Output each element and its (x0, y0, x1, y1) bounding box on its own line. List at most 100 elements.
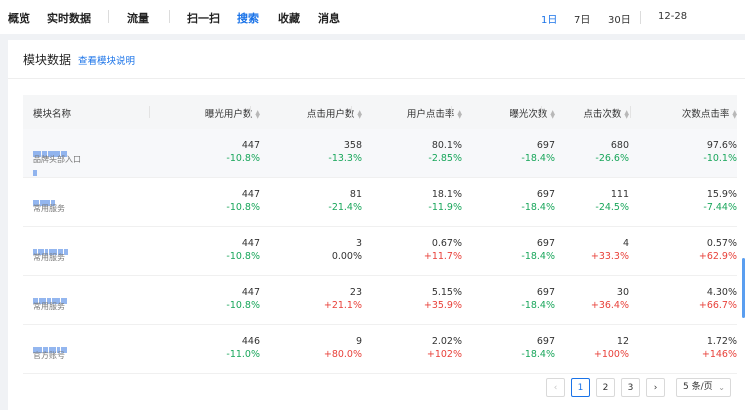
table-body: 品牌头部入口 447 -10.8% 358 -13.3% 80.1% -2.85% 697 -1… (23, 129, 737, 374)
metric-change: -18.4% (521, 202, 555, 213)
cell-user-ctr: 5.15% +35.9% (424, 276, 462, 312)
cell-user-ctr: 2.02% +102% (427, 325, 462, 361)
cell-exposure-count: 697 -18.4% (521, 129, 555, 165)
date-range-7-days[interactable]: 7日 (574, 11, 590, 26)
column-header-exposure-users[interactable]: 曝光用户数 ▲ ▼ (205, 106, 260, 120)
column-header-user-ctr[interactable]: 用户点击率 ▲ ▼ (407, 106, 462, 120)
metric-change: +11.7% (423, 251, 462, 262)
cell-exposure-users: 447 -10.8% (226, 129, 260, 165)
metric-change: -2.85% (428, 153, 462, 164)
pagination-page-2[interactable]: 2 (596, 378, 615, 397)
sort-icon[interactable]: ▲ ▼ (457, 109, 462, 119)
pagination-page-3[interactable]: 3 (621, 378, 640, 397)
module-category: 常用服务 (33, 204, 65, 213)
module-name-redacted (33, 240, 71, 255)
cell-exposure-users: 447 -10.8% (226, 227, 260, 263)
nav-tab-traffic[interactable]: 流量 (127, 10, 149, 26)
column-divider (541, 106, 542, 118)
cell-click-users: 9 +80.0% (324, 325, 362, 361)
metric-value: 697 (536, 287, 555, 298)
sort-icon[interactable]: ▲ ▼ (732, 109, 737, 119)
cell-count-ctr: 0.57% +62.9% (699, 227, 737, 263)
cell-exposure-users: 447 -10.8% (226, 276, 260, 312)
nav-tab-realtime-data[interactable]: 实时数据 (47, 10, 91, 26)
metric-value: 4.30% (706, 287, 737, 298)
metric-change: -18.4% (521, 251, 555, 262)
module-name-redacted (33, 338, 71, 353)
table-row[interactable]: 官方账号 446 -11.0% 9 +80.0% 2.02% +102% 697 -18.4% 1… (23, 325, 737, 374)
chevron-left-icon: ‹ (553, 383, 558, 393)
nav-tab-search[interactable]: 搜索 (237, 10, 259, 26)
table-row[interactable]: 品牌头部入口 447 -10.8% 358 -13.3% 80.1% -2.85% 697 -1… (23, 129, 737, 178)
metric-value: 697 (536, 238, 555, 249)
module-name-redacted (33, 191, 71, 206)
cell-user-ctr: 0.67% +11.7% (424, 227, 462, 263)
table-header: 模块名称 曝光用户数 ▲ ▼ 点击用户数 ▲ ▼ 用户点击率 ▲ ▼ 曝光次数 ▲ ▼ 点击次数… (23, 95, 737, 129)
column-header-click-users[interactable]: 点击用户数 ▲ ▼ (307, 106, 362, 120)
nav-tab-scan[interactable]: 扫一扫 (187, 10, 220, 26)
cell-count-ctr: 4.30% +66.7% (699, 276, 737, 312)
cell-click-count: 30 +36.4% (591, 276, 629, 312)
metric-value: 447 (241, 238, 260, 249)
nav-tab-overview[interactable]: 概览 (8, 10, 30, 26)
column-header-count-ctr[interactable]: 次数点击率 ▲ ▼ (682, 106, 737, 120)
column-divider (250, 106, 251, 118)
date-picker[interactable]: 12-28 (658, 11, 687, 22)
metric-change: -18.4% (521, 300, 555, 311)
cell-click-users: 81 -21.4% (328, 178, 362, 214)
metric-value: 5.15% (431, 287, 462, 298)
module-data-table: 模块名称 曝光用户数 ▲ ▼ 点击用户数 ▲ ▼ 用户点击率 ▲ ▼ 曝光次数 ▲ ▼ 点击次数… (23, 95, 737, 374)
metric-value: 0.57% (706, 238, 737, 249)
metric-change: -11.9% (428, 202, 462, 213)
module-help-link[interactable]: 查看模块说明 (78, 53, 135, 67)
metric-change: +33.3% (590, 251, 629, 262)
metric-value: 358 (343, 140, 362, 151)
table-row[interactable]: 常用服务 447 -10.8% 23 +21.1% 5.15% +35.9% 697 -18.4… (23, 276, 737, 325)
metric-value: 9 (355, 336, 362, 347)
cell-click-count: 111 -24.5% (595, 178, 629, 214)
metric-change: -10.8% (226, 300, 260, 311)
page-size-select[interactable]: 5 条/页 ⌄ (676, 378, 731, 397)
pagination-prev-button[interactable]: ‹ (546, 378, 565, 397)
top-navigation: 概览 实时数据 流量 扫一扫 搜索 收藏 消息 1日 7日 30日 12-28 (0, 0, 745, 34)
cell-count-ctr: 97.6% -10.1% (703, 129, 737, 165)
metric-change: +36.4% (590, 300, 629, 311)
module-category: 品牌头部入口 (33, 155, 81, 164)
metric-value: 1.72% (706, 336, 737, 347)
module-category: 常用服务 (33, 253, 65, 262)
metric-value: 697 (536, 140, 555, 151)
metric-change: -24.5% (595, 202, 629, 213)
column-header-exposure-count[interactable]: 曝光次数 ▲ ▼ (509, 106, 555, 120)
metric-change: -10.8% (226, 251, 260, 262)
sort-icon[interactable]: ▲ ▼ (550, 109, 555, 119)
table-row[interactable]: 常用服务 447 -10.8% 3 0.00% 0.67% +11.7% 697 -18.4% 4… (23, 227, 737, 276)
column-divider (351, 106, 352, 118)
metric-change: -21.4% (328, 202, 362, 213)
card-header: 模块数据 查看模块说明 (8, 40, 745, 79)
pagination-page-1[interactable]: 1 (571, 378, 590, 397)
cell-click-count: 680 -26.6% (595, 129, 629, 165)
sort-icon[interactable]: ▲ ▼ (255, 109, 260, 119)
date-range-30-days[interactable]: 30日 (608, 11, 631, 26)
metric-change: +80.0% (323, 349, 362, 360)
sort-icon[interactable]: ▲ ▼ (357, 109, 362, 119)
table-row[interactable]: 常用服务 447 -10.8% 81 -21.4% 18.1% -11.9% 697 -18.4… (23, 178, 737, 227)
metric-value: 23 (349, 287, 362, 298)
metric-change: +21.1% (323, 300, 362, 311)
sort-icon[interactable]: ▲ ▼ (624, 109, 629, 119)
cell-exposure-count: 697 -18.4% (521, 325, 555, 361)
nav-tab-messages[interactable]: 消息 (318, 10, 340, 26)
metric-value: 81 (349, 189, 362, 200)
metric-change: +35.9% (423, 300, 462, 311)
nav-tab-favorites[interactable]: 收藏 (278, 10, 300, 26)
column-header-click-count[interactable]: 点击次数 ▲ ▼ (583, 106, 629, 120)
pagination-next-button[interactable]: › (646, 378, 665, 397)
metric-change: -10.1% (703, 153, 737, 164)
cell-exposure-count: 697 -18.4% (521, 227, 555, 263)
nav-divider (108, 10, 109, 23)
metric-value: 18.1% (431, 189, 462, 200)
cell-click-users: 358 -13.3% (328, 129, 362, 165)
cell-exposure-users: 447 -10.8% (226, 178, 260, 214)
module-category: 官方账号 (33, 351, 65, 360)
date-range-1-day[interactable]: 1日 (541, 11, 557, 26)
